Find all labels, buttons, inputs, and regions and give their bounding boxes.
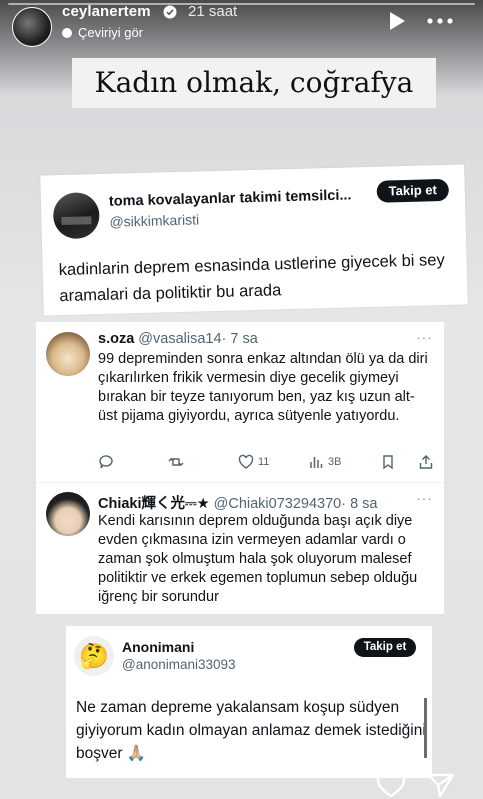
tweet-text: kadinlarin deprem esnasinda ustlerine gi… (58, 251, 445, 306)
play-icon[interactable] (388, 11, 406, 31)
follow-button[interactable]: Takip et (354, 638, 416, 657)
main-tweet-card: toma kovalayanlar takimi temsilci... @si… (40, 164, 468, 316)
story-username[interactable]: ceylanertem (62, 3, 151, 20)
tweet-author-name: Anonimani (122, 639, 195, 655)
reply-header: s.oza @vasalisa14· 7 sa (98, 331, 258, 347)
verified-badge-icon (163, 5, 177, 19)
reply-actions: 11 3B (98, 452, 434, 472)
retweet-icon (168, 458, 184, 466)
text-cursor-bar (424, 698, 427, 758)
comment-button[interactable] (98, 452, 114, 472)
views-icon (310, 457, 323, 468)
comment-icon (99, 455, 113, 469)
like-button[interactable]: 11 (238, 452, 269, 472)
reply-author-handle: @vasalisa14 (138, 331, 222, 347)
reply-more-icon[interactable]: ··· (416, 490, 433, 506)
reply-author-name: s.oza (98, 331, 135, 347)
tweet-author-handle: @anonimani33093 (122, 657, 236, 672)
reply-avatar (46, 332, 90, 376)
send-icon[interactable] (427, 772, 455, 798)
views-button[interactable]: 3B (308, 452, 341, 472)
reply-text: 99 depreminden sonra enkaz altından ölü … (98, 351, 428, 424)
reply-time: · 7 sa (221, 331, 258, 347)
tweet-text: Ne zaman depreme yakalansam koşup südyen… (76, 699, 426, 762)
reply-header: Chiaki輝く光⎓★ @Chiaki073294370· 8 sa (98, 492, 377, 513)
story-title: Kadın olmak, coğrafya (94, 66, 414, 99)
like-icon (238, 454, 254, 469)
thinking-face-avatar-icon: 🤔 (74, 636, 114, 676)
story-time-ago: 21 saat (188, 3, 238, 20)
like-count: 11 (258, 456, 270, 468)
tweet-author-name: toma kovalayanlar takimi temsilci... (108, 187, 352, 210)
tweet-author-avatar (52, 192, 100, 240)
share-icon (419, 455, 433, 469)
heart-icon[interactable] (376, 772, 406, 798)
retweet-button[interactable] (168, 452, 184, 472)
translate-label: Çeviriyi gör (78, 25, 144, 40)
bookmark-icon (383, 455, 393, 470)
bookmark-button[interactable] (380, 452, 396, 472)
replies-card: s.oza @vasalisa14· 7 sa ··· 99 depremind… (36, 322, 444, 614)
follow-button[interactable]: Takip et (376, 178, 450, 203)
translate-icon (62, 28, 72, 38)
reply-time: · 8 sa (341, 496, 378, 512)
reply-item: s.oza @vasalisa14· 7 sa ··· 99 depremind… (36, 322, 444, 482)
reply-author-handle: @Chiaki073294370 (213, 496, 342, 512)
translate-button[interactable]: Çeviriyi gör (62, 25, 143, 40)
views-count: 3B (328, 456, 342, 468)
reply-text: Kendi karısının deprem olduğunda başı aç… (98, 513, 418, 605)
story-header: ceylanertem 21 saat Çeviriyi gör (0, 0, 483, 48)
tweet-author-handle: @sikkimkaristi (109, 211, 200, 230)
more-options-icon[interactable] (427, 18, 453, 24)
reply-item: Chiaki輝く光⎓★ @Chiaki073294370· 8 sa ··· K… (36, 482, 444, 612)
user-avatar[interactable] (12, 7, 52, 47)
title-sticker: Kadın olmak, coğrafya (72, 58, 436, 108)
quoted-tweet-card: 🤔 Anonimani @anonimani33093 Takip et Ne … (66, 626, 432, 778)
reply-author-name: Chiaki輝く光⎓★ (98, 496, 210, 512)
reply-avatar (46, 492, 90, 536)
share-button[interactable] (418, 452, 434, 472)
reply-more-icon[interactable]: ··· (416, 329, 433, 345)
